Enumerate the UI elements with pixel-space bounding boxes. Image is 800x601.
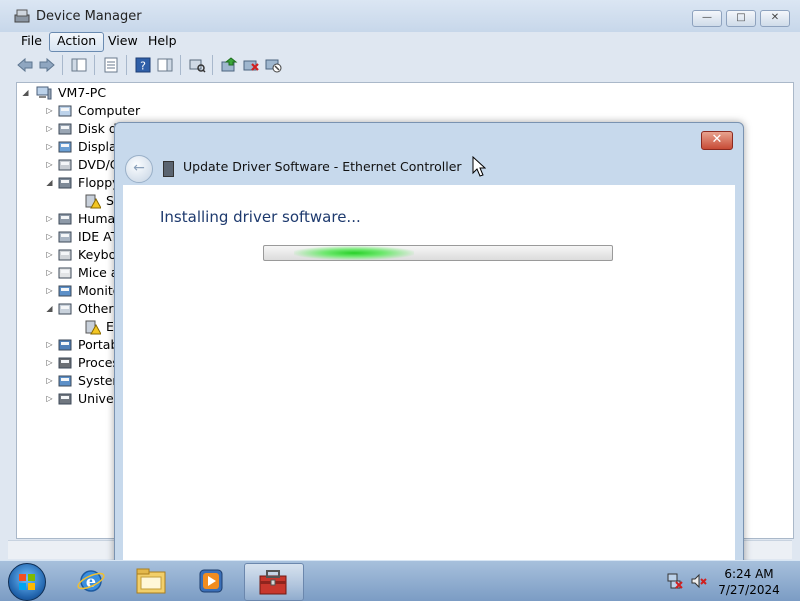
menu-help[interactable]: Help (141, 32, 184, 50)
disable-device-icon[interactable] (264, 56, 282, 74)
svg-text:?: ? (140, 60, 146, 73)
dialog-title: Update Driver Software - Ethernet Contro… (183, 159, 462, 174)
toolbar-separator (180, 55, 181, 75)
expand-arrow-icon[interactable]: ▷ (45, 228, 54, 246)
scan-hardware-changes-icon[interactable] (188, 56, 206, 74)
taskbar-windows-explorer[interactable] (122, 563, 180, 599)
installing-heading: Installing driver software... (160, 208, 361, 226)
expand-arrow-icon[interactable]: ▷ (45, 282, 54, 300)
help-icon[interactable]: ? (134, 56, 152, 74)
window-title: Device Manager (36, 9, 142, 24)
device-manager-icon (14, 9, 30, 23)
forward-arrow-icon[interactable] (38, 56, 56, 74)
expand-arrow-icon[interactable]: ▷ (45, 336, 54, 354)
computer-icon (58, 105, 72, 117)
taskbar: e 6:24 AM 7/27/2024 (0, 560, 800, 601)
expand-arrow-icon[interactable]: ▷ (45, 372, 54, 390)
collapse-arrow-icon[interactable]: ◢ (45, 174, 54, 192)
expand-arrow-icon[interactable]: ▷ (45, 102, 54, 120)
disk-drive-icon (58, 123, 72, 135)
media-player-icon (199, 569, 223, 593)
monitor-icon (58, 285, 72, 297)
dvd-drive-icon (58, 159, 72, 171)
properties-icon[interactable] (102, 56, 120, 74)
update-driver-icon[interactable] (220, 56, 238, 74)
toolbar-separator (62, 55, 63, 75)
network-status-icon[interactable] (666, 572, 684, 590)
system-device-icon (58, 375, 72, 387)
toolbar: ? (8, 52, 792, 78)
menu-bar: File Action View Help (8, 30, 792, 52)
floppy-controller-icon (58, 177, 72, 189)
update-driver-dialog: ✕ ← Update Driver Software - Ethernet Co… (114, 122, 744, 570)
progress-indicator (294, 246, 414, 260)
expand-arrow-icon[interactable]: ▷ (45, 138, 54, 156)
computer-icon (36, 86, 52, 100)
folder-icon (136, 568, 166, 594)
ethernet-controller-icon (163, 161, 174, 177)
display-adapter-icon (58, 141, 72, 153)
internet-explorer-icon: e (77, 570, 105, 592)
toolbar-separator (212, 55, 213, 75)
tree-item-label: Computer (78, 103, 141, 118)
expand-arrow-icon[interactable]: ▷ (45, 264, 54, 282)
tree-root-label: VM7-PC (58, 85, 107, 100)
dialog-content: Installing driver software... (123, 185, 735, 569)
toolbar-separator (94, 55, 95, 75)
clock-date: 7/27/2024 (718, 583, 780, 597)
processor-icon (58, 357, 72, 369)
taskbar-internet-explorer[interactable]: e (62, 563, 120, 599)
portable-device-icon (58, 339, 72, 351)
warning-device-icon (85, 194, 101, 209)
collapse-arrow-icon[interactable]: ◢ (45, 300, 54, 318)
expand-arrow-icon[interactable]: ▷ (45, 156, 54, 174)
menu-file[interactable]: File (14, 32, 49, 50)
close-button[interactable]: ✕ (760, 10, 790, 27)
show-hide-action-pane-icon[interactable] (156, 56, 174, 74)
maximize-button[interactable]: □ (726, 10, 756, 27)
menu-view[interactable]: View (101, 32, 145, 50)
expand-arrow-icon[interactable]: ▷ (45, 120, 54, 138)
minimize-button[interactable]: — (692, 10, 722, 27)
clock-time: 6:24 AM (724, 567, 774, 581)
hid-icon (58, 213, 72, 225)
toolbox-icon (259, 570, 287, 595)
keyboard-icon (58, 249, 72, 261)
taskbar-device-manager[interactable] (244, 563, 304, 601)
back-arrow-icon[interactable] (16, 56, 34, 74)
expand-arrow-icon[interactable]: ▷ (45, 354, 54, 372)
progress-bar (263, 245, 613, 261)
mouse-icon (58, 267, 72, 279)
tree-item-label: DVD/C (78, 157, 119, 172)
title-bar[interactable]: Device Manager — □ ✕ (0, 0, 800, 32)
warning-device-icon (85, 320, 101, 335)
volume-muted-icon[interactable] (690, 572, 708, 590)
back-button[interactable]: ← (125, 155, 153, 183)
taskbar-media-player[interactable] (182, 563, 240, 599)
other-devices-icon (58, 303, 72, 315)
start-button[interactable] (8, 563, 46, 601)
uninstall-device-icon[interactable] (242, 56, 260, 74)
expand-arrow-icon[interactable]: ▷ (45, 390, 54, 408)
expand-arrow-icon[interactable]: ▷ (45, 210, 54, 228)
ide-controller-icon (58, 231, 72, 243)
usb-icon (58, 393, 72, 405)
toolbar-separator (126, 55, 127, 75)
clock[interactable]: 6:24 AM 7/27/2024 (710, 566, 788, 598)
mouse-cursor-icon (472, 156, 486, 177)
show-hide-console-tree-icon[interactable] (70, 56, 88, 74)
menu-action[interactable]: Action (49, 32, 105, 52)
dialog-close-button[interactable]: ✕ (701, 131, 733, 150)
collapse-arrow-icon[interactable]: ◢ (21, 84, 30, 102)
windows-logo-icon (19, 574, 35, 590)
expand-arrow-icon[interactable]: ▷ (45, 246, 54, 264)
